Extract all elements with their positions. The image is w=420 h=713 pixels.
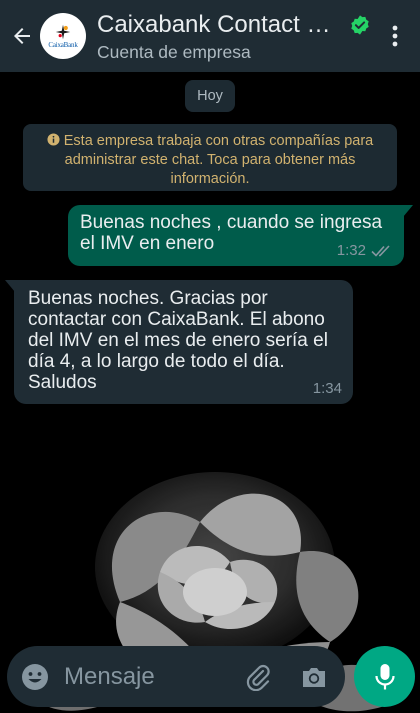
double-check-icon [371,244,390,257]
message-composer[interactable]: Mensaje [7,646,345,707]
business-info-text: Esta empresa trabaja con otras compañías… [63,133,374,187]
contact-name: Caixabank Contact C... [97,11,341,38]
mic-icon [374,663,395,689]
contact-info[interactable]: Caixabank Contact C... Cuenta de empresa [97,11,380,63]
message-time: 1:34 [312,380,342,397]
message-text: Buenas noches. Gracias por contactar con… [28,288,328,393]
info-icon [47,133,60,146]
back-arrow-icon [14,28,30,44]
message-meta: 1:32 [337,240,393,261]
message-input[interactable]: Mensaje [64,663,244,691]
voice-message-button[interactable] [354,646,415,707]
more-vert-icon [392,25,398,47]
emoji-icon[interactable] [21,663,49,691]
more-options-button[interactable] [380,0,410,72]
message-bubble-outgoing[interactable]: Buenas noches , cuando se ingresa el IMV… [68,205,413,266]
business-info-notice[interactable]: Esta empresa trabaja con otras compañías… [23,124,397,191]
message-meta: 1:34 [313,378,342,399]
bubble-tail [403,205,413,217]
date-chip: Hoy [185,80,235,112]
bubble-tail [5,280,15,292]
caixabank-star-icon [55,24,71,39]
avatar-logo-text: CaixaBank [48,40,78,49]
camera-icon[interactable] [300,663,328,691]
attach-icon[interactable] [244,663,272,691]
avatar[interactable]: CaixaBank [40,13,86,59]
message-time: 1:32 [336,242,366,259]
back-button[interactable] [4,0,40,72]
chat-header: CaixaBank Caixabank Contact C... Cuenta … [0,0,420,72]
chat-area[interactable]: Hoy Esta empresa trabaja con otras compa… [0,72,420,713]
verified-icon [351,15,369,35]
message-bubble-incoming[interactable]: Buenas noches. Gracias por contactar con… [5,280,353,404]
account-type: Cuenta de empresa [97,42,251,62]
